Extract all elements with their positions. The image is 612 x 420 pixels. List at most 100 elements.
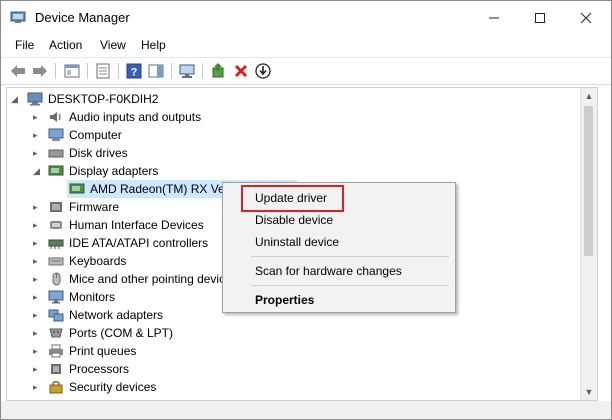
expand-arrow-icon[interactable]: ▸ [33, 252, 43, 270]
menu-separator [251, 285, 449, 286]
expand-arrow-icon[interactable]: ▸ [33, 234, 43, 252]
device-manager-icon [10, 11, 26, 23]
maximize-icon [535, 13, 545, 23]
expand-arrow-icon[interactable]: ▸ [33, 306, 43, 324]
expand-arrow-icon[interactable]: ▸ [33, 198, 43, 216]
menu-disable-device[interactable]: Disable device [255, 213, 333, 227]
vertical-scrollbar[interactable]: ▲ ▼ [580, 88, 597, 400]
tree-item-ports[interactable]: ▸ Ports (COM & LPT) [7, 324, 577, 342]
tree-item-label: Mice and other pointing devices [69, 272, 238, 286]
action-pane-button[interactable] [147, 62, 165, 80]
tree-item-label: Processors [69, 362, 130, 376]
menu-view[interactable]: View [100, 38, 126, 52]
maximize-button[interactable] [517, 1, 563, 33]
uninstall-device-toolbar-button[interactable] [232, 62, 250, 80]
close-button[interactable] [563, 1, 609, 33]
tree-item-label: Monitors [69, 290, 116, 304]
tree-root[interactable]: ◢ DESKTOP-F0KDIH2 [7, 90, 577, 108]
network-adapter-icon [48, 309, 64, 322]
tree-item-audio[interactable]: ▸ Audio inputs and outputs [7, 108, 577, 126]
scroll-up-arrow-icon[interactable]: ▲ [581, 88, 597, 104]
scroll-down-arrow-icon[interactable]: ▼ [581, 384, 597, 400]
back-button[interactable] [9, 62, 27, 80]
toolbar: ? [1, 57, 611, 85]
firmware-icon [50, 202, 62, 212]
menu-bar: File Action View Help [1, 35, 611, 55]
window-title: Device Manager [35, 10, 130, 25]
computer-icon [27, 92, 43, 106]
expand-arrow-icon[interactable]: ▸ [33, 144, 43, 162]
properties-toolbar-button[interactable] [94, 62, 112, 80]
toolbar-separator [171, 63, 172, 79]
tree-item-label: Firmware [69, 200, 119, 214]
menu-file[interactable]: File [15, 38, 34, 52]
back-arrow-icon [11, 65, 25, 77]
display-adapter-icon [48, 165, 64, 176]
speaker-icon [50, 112, 61, 122]
disk-drive-icon [48, 149, 64, 158]
processor-icon [51, 364, 61, 374]
show-hide-console-tree-button[interactable] [63, 62, 81, 80]
toolbar-separator [118, 63, 119, 79]
computer-icon [48, 128, 64, 141]
mouse-icon [52, 272, 61, 286]
port-icon [49, 328, 63, 338]
menu-help[interactable]: Help [141, 38, 166, 52]
tree-item-computer[interactable]: ▸ Computer [7, 126, 577, 144]
expand-arrow-icon[interactable]: ▸ [33, 342, 43, 360]
collapse-arrow-icon[interactable]: ◢ [11, 90, 21, 108]
expand-arrow-icon[interactable]: ▸ [33, 108, 43, 126]
tree-root-label: DESKTOP-F0KDIH2 [48, 92, 159, 106]
toolbar-separator [55, 63, 56, 79]
menu-action[interactable]: Action [49, 38, 82, 52]
tree-item-label: Display adapters [69, 164, 159, 178]
tree-item-label: Ports (COM & LPT) [69, 326, 174, 340]
delete-x-icon [234, 64, 248, 78]
expand-arrow-icon[interactable]: ▸ [33, 126, 43, 144]
security-device-icon [49, 380, 63, 394]
minimize-icon [489, 17, 499, 19]
collapse-arrow-icon[interactable]: ◢ [33, 162, 43, 180]
monitor-scan-icon [179, 64, 195, 78]
context-menu: Update driver Disable device Uninstall d… [222, 182, 456, 313]
tree-item-label: Network adapters [69, 308, 164, 322]
expand-arrow-icon[interactable]: ▸ [33, 324, 43, 342]
tree-item-label: Audio inputs and outputs [69, 110, 202, 124]
menu-properties[interactable]: Properties [255, 293, 314, 307]
display-adapter-icon [69, 183, 85, 194]
tree-item-processors[interactable]: ▸ Processors [7, 360, 577, 378]
menu-scan-hardware[interactable]: Scan for hardware changes [255, 264, 402, 278]
toolbar-separator [87, 63, 88, 79]
expand-arrow-icon[interactable]: ▸ [33, 378, 43, 396]
menu-update-driver[interactable]: Update driver [255, 191, 327, 205]
tree-item-print-queues[interactable]: ▸ Print queues [7, 342, 577, 360]
expand-arrow-icon[interactable]: ▸ [33, 270, 43, 288]
download-arrow-icon [255, 63, 271, 79]
help-toolbar-button[interactable]: ? [125, 62, 143, 80]
device-manager-window: Device Manager File Action View Help ? ◢… [0, 0, 612, 420]
monitor-icon [48, 290, 64, 304]
expand-arrow-icon[interactable]: ▸ [33, 288, 43, 306]
update-driver-icon [212, 63, 224, 78]
enable-device-toolbar-button[interactable] [254, 62, 272, 80]
scan-hardware-button[interactable] [178, 62, 196, 80]
printer-icon [49, 344, 63, 358]
menu-uninstall-device[interactable]: Uninstall device [255, 235, 339, 249]
title-bar: Device Manager [1, 1, 611, 33]
hid-icon [50, 221, 62, 229]
status-bar [1, 401, 611, 419]
forward-button[interactable] [31, 62, 49, 80]
close-icon [580, 12, 592, 24]
update-driver-toolbar-button[interactable] [209, 62, 227, 80]
tree-item-label: IDE ATA/ATAPI controllers [69, 236, 209, 250]
expand-arrow-icon[interactable]: ▸ [33, 360, 43, 378]
minimize-button[interactable] [471, 1, 517, 33]
expand-arrow-icon[interactable]: ▸ [33, 216, 43, 234]
tree-item-label: Computer [69, 128, 122, 142]
tree-item-display-adapters[interactable]: ◢ Display adapters [7, 162, 577, 180]
tree-item-security[interactable]: ▸ Security devices [7, 378, 577, 396]
scrollbar-thumb[interactable] [584, 106, 593, 256]
tree-item-disk-drives[interactable]: ▸ Disk drives [7, 144, 577, 162]
properties-sheet-icon [96, 63, 110, 79]
action-pane-icon [148, 64, 164, 78]
